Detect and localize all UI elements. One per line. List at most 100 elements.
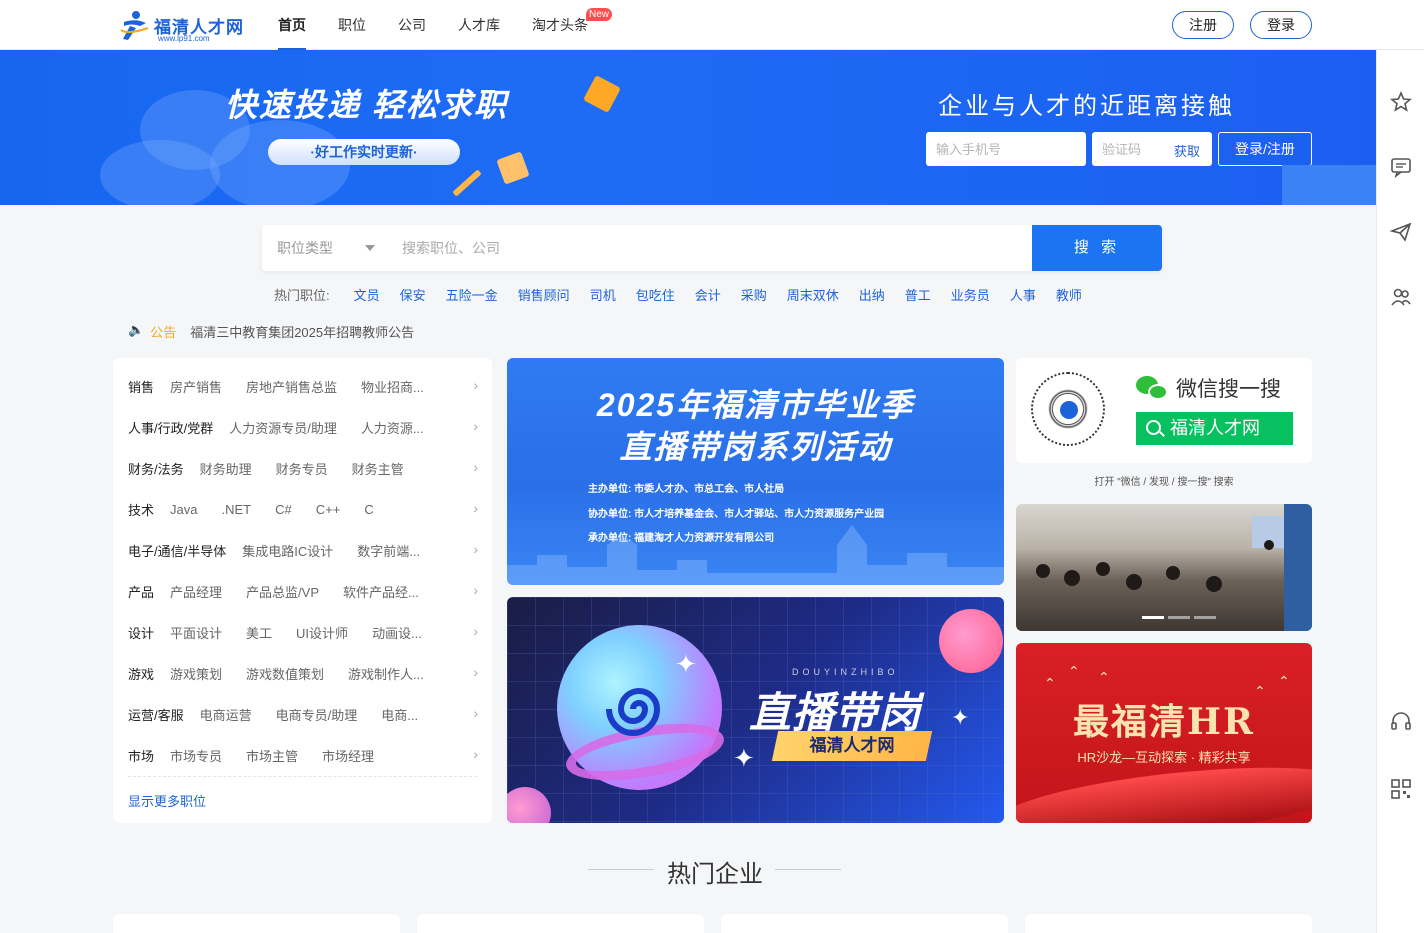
category-sub[interactable]: 财务助理 — [200, 459, 252, 478]
category-main[interactable]: 设计 — [128, 623, 154, 642]
category-sub[interactable]: 集成电路IC设计 — [242, 541, 333, 560]
hot-job-tag[interactable]: 出纳 — [859, 285, 885, 304]
nav-talent-pool[interactable]: 人才库 — [458, 0, 500, 50]
category-row[interactable]: 财务/法务 财务助理 财务专员 财务主管 › — [128, 458, 478, 478]
category-main[interactable]: 销售 — [128, 377, 154, 396]
login-register-button[interactable]: 登录/注册 — [1218, 132, 1312, 166]
company-card[interactable] — [113, 914, 400, 933]
hot-job-tag[interactable]: 销售顾问 — [518, 285, 570, 304]
hot-job-tag[interactable]: 文员 — [354, 285, 380, 304]
wechat-search-box[interactable]: 福清人才网 — [1136, 412, 1293, 445]
category-main[interactable]: 人事/行政/党群 — [128, 418, 213, 437]
carousel-dot[interactable] — [1168, 616, 1190, 619]
category-row[interactable]: 产品 产品经理 产品总监/VP 软件产品经... › — [128, 581, 478, 601]
nav-jobs[interactable]: 职位 — [338, 0, 366, 50]
hot-job-tag[interactable]: 保安 — [400, 285, 426, 304]
category-sub[interactable]: C# — [275, 502, 292, 517]
code-input[interactable] — [1092, 132, 1168, 166]
category-sub[interactable]: 美工 — [246, 623, 272, 642]
star-icon[interactable] — [1389, 90, 1413, 114]
hot-job-tag[interactable]: 普工 — [905, 285, 931, 304]
send-icon[interactable] — [1389, 220, 1413, 244]
category-main[interactable]: 运营/客服 — [128, 705, 184, 724]
hot-job-tag[interactable]: 采购 — [741, 285, 767, 304]
livestream-jobs-banner[interactable]: ✦ ✦ ✦ DOUYINZHIBO 直播带岗 福清人才网 — [507, 597, 1004, 823]
category-main[interactable]: 产品 — [128, 582, 154, 601]
category-sub[interactable]: 电商运营 — [200, 705, 252, 724]
category-sub[interactable]: 物业招商... — [361, 377, 424, 396]
category-sub[interactable]: 财务主管 — [352, 459, 404, 478]
category-sub[interactable]: 市场专员 — [170, 746, 222, 765]
category-sub[interactable]: UI设计师 — [296, 623, 348, 642]
category-sub[interactable]: 软件产品经... — [343, 582, 419, 601]
category-sub[interactable]: 数字前端... — [357, 541, 420, 560]
category-sub[interactable]: 电商专员/助理 — [276, 705, 358, 724]
job-type-select[interactable]: 职位类型 — [277, 225, 333, 271]
show-more-positions-link[interactable]: 显示更多职位 — [128, 791, 206, 810]
hot-job-tag[interactable]: 人事 — [1010, 285, 1036, 304]
category-sub[interactable]: 游戏制作人... — [348, 664, 424, 683]
get-code-button[interactable]: 获取 — [1174, 141, 1200, 160]
hot-job-tag[interactable]: 教师 — [1056, 285, 1082, 304]
category-sub[interactable]: 市场主管 — [246, 746, 298, 765]
carousel-dot[interactable] — [1194, 616, 1216, 619]
graduation-livestream-banner[interactable]: 2025年福清市毕业季 直播带岗系列活动 主办单位: 市委人才办、市总工会、市人… — [507, 358, 1004, 585]
category-sub[interactable]: 游戏数值策划 — [246, 664, 324, 683]
chevron-down-icon[interactable] — [365, 245, 375, 251]
hot-job-tag[interactable]: 司机 — [590, 285, 616, 304]
nav-home[interactable]: 首页 — [278, 0, 306, 50]
category-row[interactable]: 人事/行政/党群 人力资源专员/助理 人力资源... › — [128, 417, 478, 437]
hot-job-tag[interactable]: 会计 — [695, 285, 721, 304]
company-card[interactable] — [1025, 914, 1312, 933]
category-sub[interactable]: 人力资源... — [361, 418, 424, 437]
category-sub[interactable]: 产品总监/VP — [246, 582, 319, 601]
company-card[interactable] — [417, 914, 704, 933]
category-row[interactable]: 电子/通信/半导体 集成电路IC设计 数字前端... › — [128, 540, 478, 560]
qrcode-icon[interactable] — [1389, 777, 1413, 801]
event-photo-carousel[interactable] — [1016, 504, 1312, 631]
category-row[interactable]: 设计 平面设计 美工 UI设计师 动画设... › — [128, 622, 478, 642]
category-sub[interactable]: 产品经理 — [170, 582, 222, 601]
phone-input[interactable] — [926, 132, 1086, 166]
category-sub[interactable]: C++ — [316, 502, 341, 517]
category-main[interactable]: 财务/法务 — [128, 459, 184, 478]
category-row[interactable]: 市场 市场专员 市场主管 市场经理 › — [128, 745, 478, 765]
site-logo[interactable]: 福清人才网 www.lp91.com — [118, 6, 248, 44]
category-sub[interactable]: Java — [170, 502, 197, 517]
category-row[interactable]: 技术 Java .NET C# C++ C › — [128, 499, 478, 519]
category-main[interactable]: 市场 — [128, 746, 154, 765]
hr-salon-banner[interactable]: ⌃ ⌃ ⌃ ⌃ ⌃ 最福清HR HR沙龙—互动探索 · 精彩共享 — [1016, 643, 1312, 823]
category-sub[interactable]: .NET — [221, 502, 251, 517]
search-input[interactable] — [390, 233, 990, 263]
category-row[interactable]: 游戏 游戏策划 游戏数值策划 游戏制作人... › — [128, 663, 478, 683]
category-sub[interactable]: 游戏策划 — [170, 664, 222, 683]
category-sub[interactable]: 房地产销售总监 — [246, 377, 337, 396]
search-button[interactable]: 搜 索 — [1032, 225, 1162, 271]
carousel-dot[interactable] — [1142, 616, 1164, 619]
category-main[interactable]: 电子/通信/半导体 — [128, 541, 226, 560]
register-button[interactable]: 注册 — [1172, 11, 1234, 39]
hot-job-tag[interactable]: 业务员 — [951, 285, 990, 304]
users-icon[interactable] — [1389, 285, 1413, 309]
category-sub[interactable]: 市场经理 — [322, 746, 374, 765]
nav-headlines[interactable]: 淘才头条 New — [532, 0, 612, 50]
category-row[interactable]: 运营/客服 电商运营 电商专员/助理 电商... › — [128, 704, 478, 724]
hot-job-tag[interactable]: 周末双休 — [787, 285, 839, 304]
category-sub[interactable]: 电商... — [381, 705, 418, 724]
category-sub[interactable]: 房产销售 — [170, 377, 222, 396]
category-row[interactable]: 销售 房产销售 房地产销售总监 物业招商... › — [128, 376, 478, 396]
notice-text[interactable]: 福清三中教育集团2025年招聘教师公告 — [190, 322, 414, 341]
login-button[interactable]: 登录 — [1250, 11, 1312, 39]
category-sub[interactable]: 财务专员 — [276, 459, 328, 478]
category-sub[interactable]: 平面设计 — [170, 623, 222, 642]
category-sub[interactable]: C — [364, 502, 373, 517]
company-card[interactable] — [721, 914, 1008, 933]
wechat-search-card[interactable]: 微信搜一搜 福清人才网 — [1016, 358, 1312, 463]
nav-companies[interactable]: 公司 — [398, 0, 426, 50]
category-sub[interactable]: 动画设... — [372, 623, 422, 642]
category-main[interactable]: 游戏 — [128, 664, 154, 683]
hot-job-tag[interactable]: 五险一金 — [446, 285, 498, 304]
category-sub[interactable]: 人力资源专员/助理 — [229, 418, 337, 437]
category-main[interactable]: 技术 — [128, 500, 154, 519]
headset-icon[interactable] — [1389, 710, 1413, 734]
